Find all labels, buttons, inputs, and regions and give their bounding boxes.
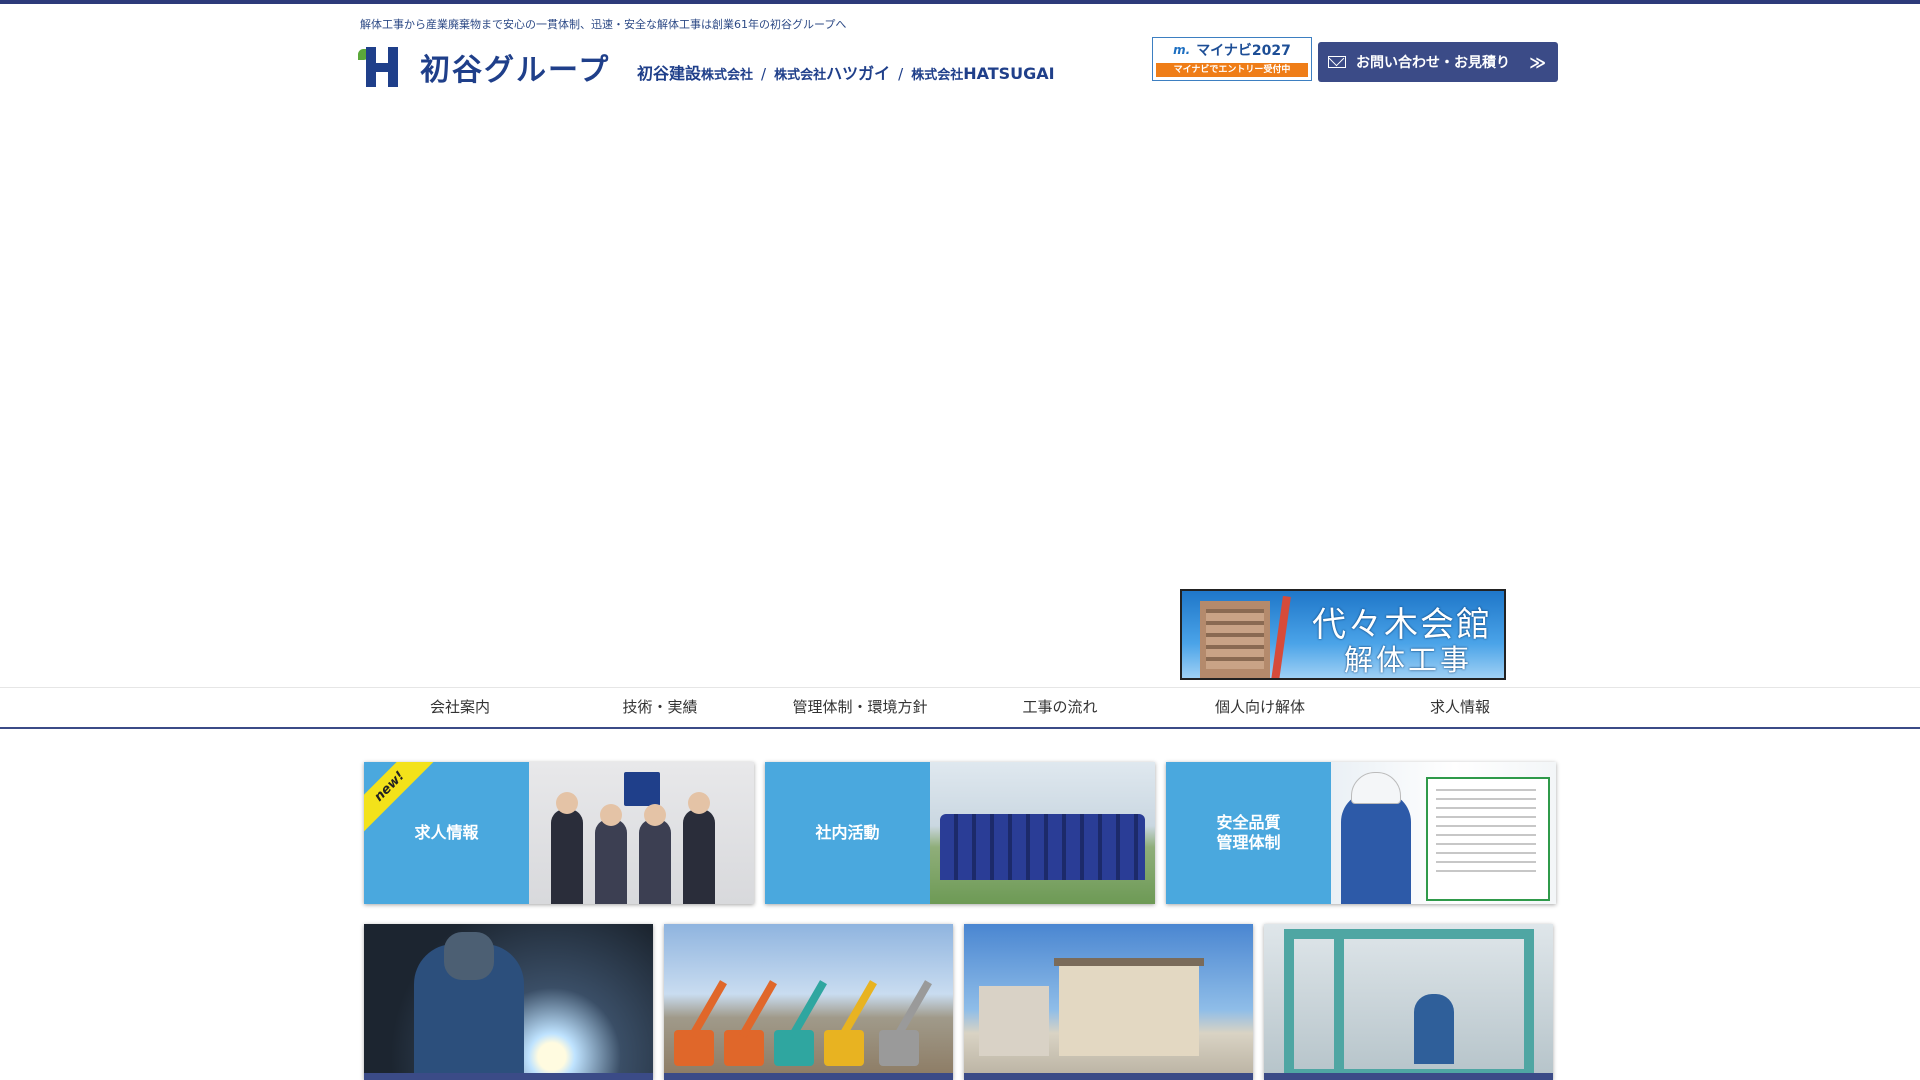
nav-item-recruit[interactable]: 求人情報 bbox=[1360, 688, 1560, 728]
crane-image bbox=[1271, 595, 1291, 678]
machine-cab-photo[interactable] bbox=[1264, 924, 1553, 1080]
photo-caption-bar bbox=[964, 1073, 1253, 1080]
company-list: 初谷建設 株式会社 / 株式会社 ハツガイ / 株式会社 HATSUGAI bbox=[637, 60, 1055, 84]
card-recruit[interactable]: 求人情報 new! bbox=[364, 762, 754, 904]
global-nav: 会社案内 技術・実績 管理体制・環境方針 工事の流れ 個人向け解体 求人情報 bbox=[0, 687, 1920, 729]
company-suffix: 株式会社 bbox=[701, 68, 754, 83]
company-name: ハツガイ bbox=[826, 64, 891, 83]
photo-caption-bar bbox=[364, 1073, 653, 1080]
staff-photo bbox=[529, 762, 754, 904]
h-logo-icon bbox=[358, 45, 408, 89]
nav-item-management[interactable]: 管理体制・環境方針 bbox=[760, 688, 960, 728]
card-label: 安全品質 管理体制 bbox=[1166, 762, 1331, 904]
contact-button[interactable]: お問い合わせ・お見積り ≫ bbox=[1318, 42, 1558, 82]
safety-board-image bbox=[1426, 777, 1550, 901]
company-separator: / bbox=[898, 65, 904, 83]
building-image bbox=[1200, 601, 1270, 678]
nav-item-personal[interactable]: 個人向け解体 bbox=[1160, 688, 1360, 728]
mynavi-subtitle: マイナビでエントリー受付中 bbox=[1156, 63, 1308, 77]
company-name: HATSUGAI bbox=[963, 64, 1055, 83]
photo-row bbox=[364, 924, 1553, 1080]
yoyogi-kaikan-banner[interactable]: 代々木会館 解体工事 bbox=[1180, 589, 1506, 680]
safety-photo bbox=[1331, 762, 1556, 904]
mail-icon bbox=[1328, 56, 1346, 68]
card-label: 社内活動 bbox=[765, 762, 930, 904]
mynavi-title: マイナビ2027 bbox=[1196, 43, 1291, 59]
card-activities[interactable]: 社内活動 bbox=[765, 762, 1155, 904]
company-separator: / bbox=[761, 65, 767, 83]
team-photo bbox=[930, 762, 1155, 904]
site-tagline: 解体工事から産業廃棄物まで安心の一貫体制、迅速・安全な解体工事は創業61年の初谷… bbox=[360, 18, 847, 31]
house-photo[interactable] bbox=[964, 924, 1253, 1080]
nav-item-technology[interactable]: 技術・実績 bbox=[560, 688, 760, 728]
site-logo[interactable]: 初谷グループ bbox=[358, 44, 610, 90]
logo-text: 初谷グループ bbox=[420, 53, 611, 88]
company-name: 初谷建設 bbox=[637, 64, 702, 83]
excavators-photo[interactable] bbox=[664, 924, 953, 1080]
top-accent-line bbox=[0, 0, 1920, 4]
wall-logo-icon bbox=[624, 772, 660, 806]
photo-caption-bar bbox=[664, 1073, 953, 1080]
nav-item-company[interactable]: 会社案内 bbox=[360, 688, 560, 728]
mynavi-icon: m. bbox=[1173, 43, 1191, 57]
photo-caption-bar bbox=[1264, 1073, 1553, 1080]
banner-subtitle: 解体工事 bbox=[1344, 643, 1473, 677]
feature-cards: 求人情報 new! 社内活動 安全品質 管理体制 bbox=[364, 762, 1556, 904]
card-safety[interactable]: 安全品質 管理体制 bbox=[1166, 762, 1556, 904]
company-prefix: 株式会社 bbox=[911, 68, 964, 83]
mynavi-entry-banner[interactable]: m. マイナビ2027 マイナビでエントリー受付中 bbox=[1152, 37, 1312, 81]
nav-item-process[interactable]: 工事の流れ bbox=[960, 688, 1160, 728]
contact-label: お問い合わせ・お見積り bbox=[1356, 55, 1510, 71]
double-chevron-icon: ≫ bbox=[1529, 52, 1546, 72]
welding-photo[interactable] bbox=[364, 924, 653, 1080]
hero-area bbox=[0, 100, 1920, 685]
company-prefix: 株式会社 bbox=[774, 68, 827, 83]
